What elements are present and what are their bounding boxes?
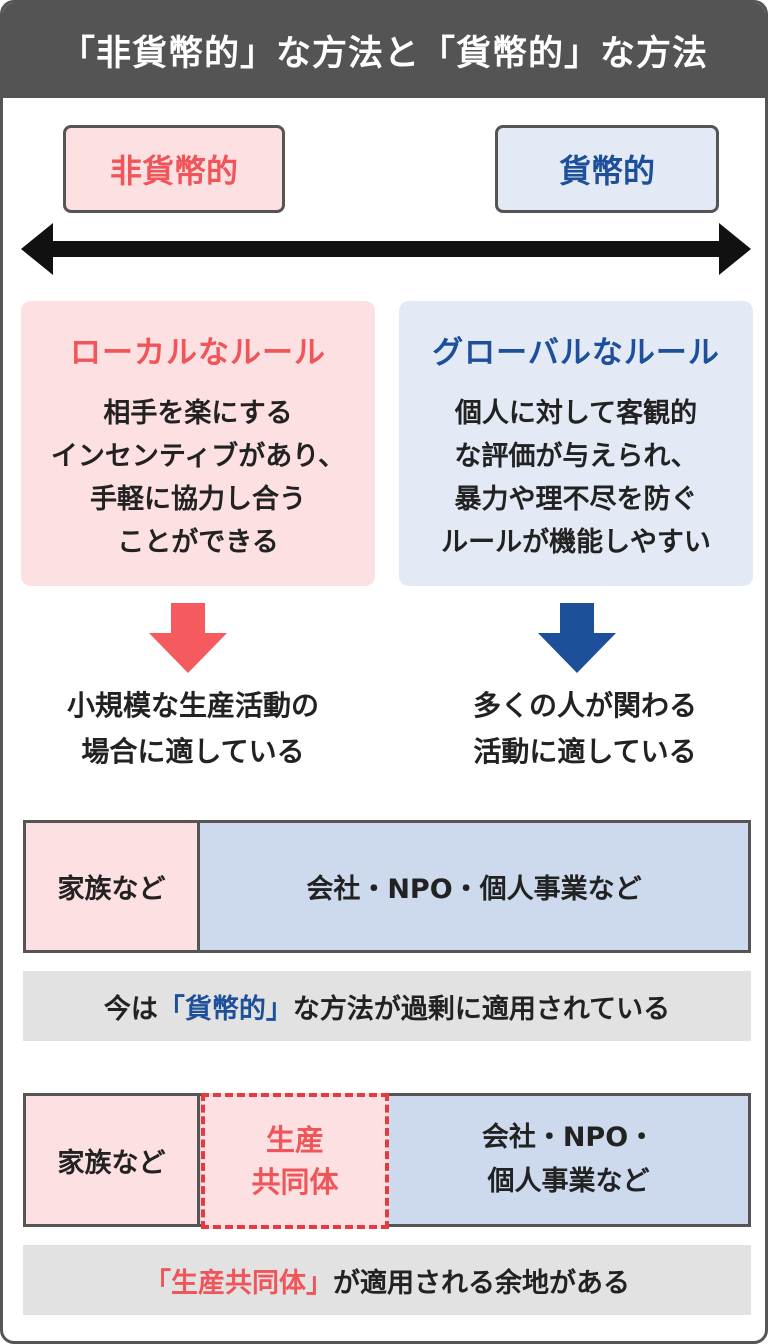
note-current-state: 今は 「貨幣的」 な方法が過剰に適用されている [23,971,751,1041]
global-rule-line: 個人に対して客観的 [454,398,698,429]
note-highlight: 「生産共同体」 [144,1267,333,1299]
label-monetary: 貨幣的 [495,125,719,213]
result-many-people: 多くの人が関わる 活動に適している [395,683,765,775]
infographic-frame: 「非貨幣的」な方法と「貨幣的」な方法 非貨幣的 貨幣的 ローカルなルール 相手を… [0,0,768,1344]
global-rule-line: ルールが機能しやすい [441,527,711,558]
label-non-monetary: 非貨幣的 [63,125,285,213]
down-arrow-red-icon [149,603,227,673]
result-line: 場合に適している [81,735,305,768]
global-rule-title: グローバルなルール [432,335,720,371]
proposed-allocation-bar: 家族など 生産 共同体 会社・NPO・ 個人事業など [23,1093,751,1229]
company-line: 個人事業など [487,1166,650,1197]
note-text: な方法が過剰に適用されている [292,993,671,1025]
local-rule-title: ローカルなルール [70,335,326,371]
note-text: 今は [103,993,158,1025]
result-line: 多くの人が関わる [472,689,697,722]
company-line: 会社・NPO・ [481,1122,656,1153]
company-segment: 会社・NPO・ 個人事業など [389,1096,748,1224]
global-rule-description: 個人に対して客観的 な評価が与えられ、 暴力や理不尽を防ぐ ルールが機能しやすい [399,392,753,564]
local-rule-line: 相手を楽にする [103,398,293,429]
company-segment: 会社・NPO・個人事業など [306,874,642,905]
coop-line: 共同体 [251,1165,339,1199]
coop-line: 生産 [265,1123,324,1157]
result-small-scale: 小規模な生産活動の 場合に適している [3,683,383,775]
note-text: が適用される余地がある [333,1267,630,1299]
double-arrow-icon [21,223,751,275]
global-rule-line: な評価が与えられ、 [454,441,698,472]
production-community-segment: 生産 共同体 [201,1093,389,1229]
down-arrow-blue-icon [538,603,616,673]
family-segment: 家族など [26,1096,200,1224]
note-proposal: 「生産共同体」 が適用される余地がある [23,1245,751,1315]
global-rule-panel: グローバルなルール 個人に対して客観的 な評価が与えられ、 暴力や理不尽を防ぐ … [399,301,753,586]
local-rule-panel: ローカルなルール 相手を楽にする インセンティブがあり、 手軽に協力し合う こと… [21,301,375,586]
local-rule-line: 手軽に協力し合う [90,484,306,515]
family-segment: 家族など [26,823,200,950]
page-title: 「非貨幣的」な方法と「貨幣的」な方法 [3,3,765,98]
current-allocation-bar: 家族など 会社・NPO・個人事業など [23,820,751,953]
result-line: 小規模な生産活動の [66,689,319,722]
local-rule-description: 相手を楽にする インセンティブがあり、 手軽に協力し合う ことができる [21,392,375,564]
local-rule-line: インセンティブがあり、 [50,441,346,472]
local-rule-line: ことができる [117,527,279,558]
result-line: 活動に適している [473,735,697,768]
global-rule-line: 暴力や理不尽を防ぐ [454,484,698,515]
note-highlight: 「貨幣的」 [157,993,293,1025]
